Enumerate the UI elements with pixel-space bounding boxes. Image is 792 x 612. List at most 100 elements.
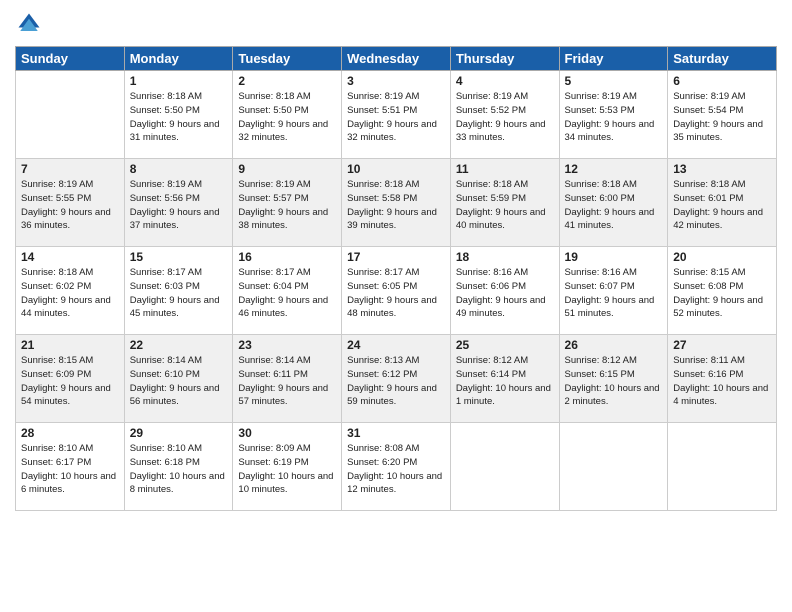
day-number: 9 <box>238 162 336 176</box>
day-number: 27 <box>673 338 771 352</box>
daylight-text: Daylight: 9 hours and 59 minutes. <box>347 382 445 410</box>
sunrise-text: Sunrise: 8:18 AM <box>456 178 554 192</box>
day-number: 3 <box>347 74 445 88</box>
day-info: Sunrise: 8:19 AMSunset: 5:54 PMDaylight:… <box>673 90 771 145</box>
daylight-text: Daylight: 9 hours and 35 minutes. <box>673 118 771 146</box>
weekday-header-friday: Friday <box>559 47 668 71</box>
daylight-text: Daylight: 9 hours and 39 minutes. <box>347 206 445 234</box>
logo <box>15 10 47 38</box>
sunrise-text: Sunrise: 8:11 AM <box>673 354 771 368</box>
sunrise-text: Sunrise: 8:08 AM <box>347 442 445 456</box>
sunset-text: Sunset: 5:51 PM <box>347 104 445 118</box>
daylight-text: Daylight: 9 hours and 36 minutes. <box>21 206 119 234</box>
calendar-week-2: 7Sunrise: 8:19 AMSunset: 5:55 PMDaylight… <box>16 159 777 247</box>
calendar-cell: 24 Sunrise: 8:13 AMSunset: 6:12 PMDayligh… <box>342 335 451 423</box>
day-info: Sunrise: 8:18 AMSunset: 5:50 PMDaylight:… <box>130 90 228 145</box>
page: SundayMondayTuesdayWednesdayThursdayFrid… <box>0 0 792 612</box>
daylight-text: Daylight: 9 hours and 46 minutes. <box>238 294 336 322</box>
day-info: Sunrise: 8:16 AMSunset: 6:06 PMDaylight:… <box>456 266 554 321</box>
sunrise-text: Sunrise: 8:14 AM <box>130 354 228 368</box>
sunrise-text: Sunrise: 8:18 AM <box>130 90 228 104</box>
day-info: Sunrise: 8:08 AMSunset: 6:20 PMDaylight:… <box>347 442 445 497</box>
sunset-text: Sunset: 6:05 PM <box>347 280 445 294</box>
weekday-header-saturday: Saturday <box>668 47 777 71</box>
sunrise-text: Sunrise: 8:19 AM <box>130 178 228 192</box>
sunrise-text: Sunrise: 8:17 AM <box>130 266 228 280</box>
sunrise-text: Sunrise: 8:18 AM <box>565 178 663 192</box>
daylight-text: Daylight: 10 hours and 10 minutes. <box>238 470 336 498</box>
daylight-text: Daylight: 9 hours and 41 minutes. <box>565 206 663 234</box>
daylight-text: Daylight: 9 hours and 56 minutes. <box>130 382 228 410</box>
daylight-text: Daylight: 9 hours and 51 minutes. <box>565 294 663 322</box>
sunrise-text: Sunrise: 8:16 AM <box>565 266 663 280</box>
sunrise-text: Sunrise: 8:10 AM <box>21 442 119 456</box>
day-number: 28 <box>21 426 119 440</box>
daylight-text: Daylight: 9 hours and 54 minutes. <box>21 382 119 410</box>
day-number: 19 <box>565 250 663 264</box>
sunset-text: Sunset: 6:12 PM <box>347 368 445 382</box>
daylight-text: Daylight: 10 hours and 2 minutes. <box>565 382 663 410</box>
weekday-header-sunday: Sunday <box>16 47 125 71</box>
day-number: 1 <box>130 74 228 88</box>
daylight-text: Daylight: 10 hours and 12 minutes. <box>347 470 445 498</box>
calendar-cell <box>16 71 125 159</box>
calendar-cell: 21Sunrise: 8:15 AMSunset: 6:09 PMDayligh… <box>16 335 125 423</box>
day-info: Sunrise: 8:14 AMSunset: 6:10 PMDaylight:… <box>130 354 228 409</box>
day-number: 2 <box>238 74 336 88</box>
sunrise-text: Sunrise: 8:19 AM <box>673 90 771 104</box>
day-info: Sunrise: 8:17 AMSunset: 6:04 PMDaylight:… <box>238 266 336 321</box>
day-info: Sunrise: 8:09 AMSunset: 6:19 PMDaylight:… <box>238 442 336 497</box>
day-number: 16 <box>238 250 336 264</box>
sunrise-text: Sunrise: 8:19 AM <box>456 90 554 104</box>
day-number: 29 <box>130 426 228 440</box>
daylight-text: Daylight: 9 hours and 52 minutes. <box>673 294 771 322</box>
day-info: Sunrise: 8:19 AMSunset: 5:52 PMDaylight:… <box>456 90 554 145</box>
calendar-cell: 31Sunrise: 8:08 AMSunset: 6:20 PMDayligh… <box>342 423 451 511</box>
sunset-text: Sunset: 6:07 PM <box>565 280 663 294</box>
sunrise-text: Sunrise: 8:18 AM <box>347 178 445 192</box>
calendar-cell: 1 Sunrise: 8:18 AMSunset: 5:50 PMDaylight… <box>124 71 233 159</box>
sunset-text: Sunset: 5:59 PM <box>456 192 554 206</box>
daylight-text: Daylight: 9 hours and 32 minutes. <box>238 118 336 146</box>
sunrise-text: Sunrise: 8:17 AM <box>238 266 336 280</box>
calendar-cell: 11Sunrise: 8:18 AMSunset: 5:59 PMDayligh… <box>450 159 559 247</box>
calendar-cell: 23Sunrise: 8:14 AMSunset: 6:11 PMDayligh… <box>233 335 342 423</box>
day-number: 15 <box>130 250 228 264</box>
sunrise-text: Sunrise: 8:09 AM <box>238 442 336 456</box>
calendar-cell: 7Sunrise: 8:19 AMSunset: 5:55 PMDaylight… <box>16 159 125 247</box>
sunrise-text: Sunrise: 8:17 AM <box>347 266 445 280</box>
calendar-cell: 10Sunrise: 8:18 AMSunset: 5:58 PMDayligh… <box>342 159 451 247</box>
day-number: 10 <box>347 162 445 176</box>
weekday-header-monday: Monday <box>124 47 233 71</box>
weekday-header-thursday: Thursday <box>450 47 559 71</box>
daylight-text: Daylight: 9 hours and 34 minutes. <box>565 118 663 146</box>
sunset-text: Sunset: 6:19 PM <box>238 456 336 470</box>
day-number: 22 <box>130 338 228 352</box>
calendar-cell: 16 Sunrise: 8:17 AMSunset: 6:04 PMDayligh… <box>233 247 342 335</box>
sunset-text: Sunset: 5:50 PM <box>130 104 228 118</box>
sunrise-text: Sunrise: 8:14 AM <box>238 354 336 368</box>
daylight-text: Daylight: 9 hours and 48 minutes. <box>347 294 445 322</box>
day-info: Sunrise: 8:15 AMSunset: 6:08 PMDaylight:… <box>673 266 771 321</box>
day-number: 14 <box>21 250 119 264</box>
calendar: SundayMondayTuesdayWednesdayThursdayFrid… <box>15 46 777 511</box>
day-number: 20 <box>673 250 771 264</box>
calendar-cell: 5Sunrise: 8:19 AMSunset: 5:53 PMDaylight… <box>559 71 668 159</box>
sunset-text: Sunset: 5:50 PM <box>238 104 336 118</box>
calendar-cell: 19 Sunrise: 8:16 AMSunset: 6:07 PMDayligh… <box>559 247 668 335</box>
sunrise-text: Sunrise: 8:18 AM <box>21 266 119 280</box>
sunrise-text: Sunrise: 8:13 AM <box>347 354 445 368</box>
day-number: 25 <box>456 338 554 352</box>
daylight-text: Daylight: 9 hours and 40 minutes. <box>456 206 554 234</box>
weekday-header-tuesday: Tuesday <box>233 47 342 71</box>
sunset-text: Sunset: 5:52 PM <box>456 104 554 118</box>
header <box>15 10 777 38</box>
day-info: Sunrise: 8:18 AMSunset: 5:59 PMDaylight:… <box>456 178 554 233</box>
day-info: Sunrise: 8:18 AMSunset: 6:01 PMDaylight:… <box>673 178 771 233</box>
day-number: 4 <box>456 74 554 88</box>
day-number: 24 <box>347 338 445 352</box>
sunset-text: Sunset: 6:03 PM <box>130 280 228 294</box>
day-number: 12 <box>565 162 663 176</box>
sunset-text: Sunset: 6:06 PM <box>456 280 554 294</box>
daylight-text: Daylight: 9 hours and 37 minutes. <box>130 206 228 234</box>
